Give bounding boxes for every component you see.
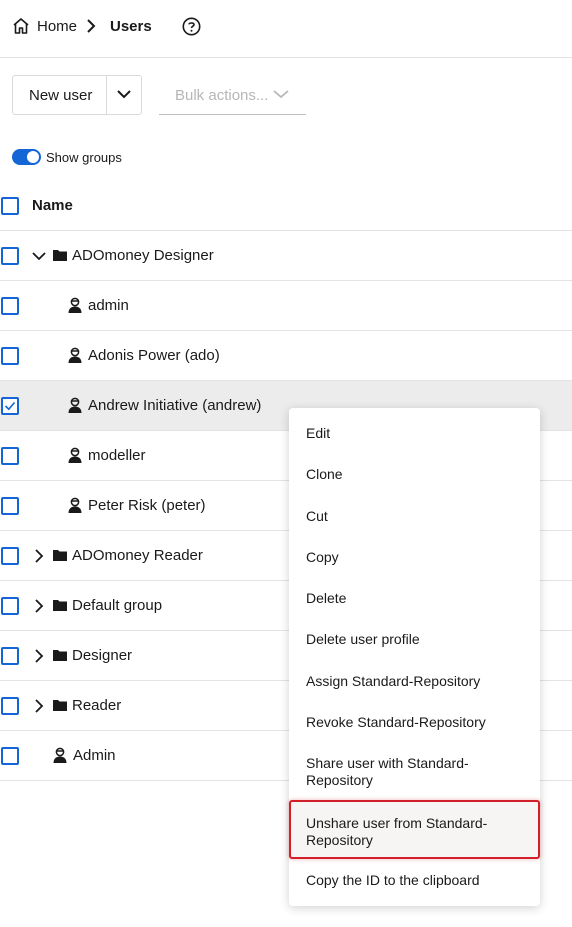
- help-icon[interactable]: [182, 17, 201, 36]
- user-icon: [68, 297, 82, 313]
- menu-item-share-user[interactable]: Share user with Standard-Repository: [289, 755, 540, 791]
- user-icon: [68, 497, 82, 513]
- table-header-row: Name: [0, 181, 572, 231]
- user-icon: [68, 397, 82, 413]
- bulk-actions-label: Bulk actions...: [175, 87, 269, 104]
- menu-item-copy[interactable]: Copy: [289, 549, 540, 569]
- breadcrumb-home-link[interactable]: Home: [37, 18, 77, 35]
- menu-item-cut[interactable]: Cut: [289, 508, 540, 528]
- home-icon[interactable]: [12, 17, 30, 35]
- table-row[interactable]: ADOmoney Designer: [0, 231, 572, 281]
- menu-item-delete[interactable]: Delete: [289, 590, 540, 610]
- chevron-right-icon[interactable]: [32, 648, 46, 664]
- table-row[interactable]: Adonis Power (ado): [0, 331, 572, 381]
- row-label: Admin: [73, 747, 116, 764]
- chevron-down-icon: [117, 90, 131, 99]
- show-groups-label: Show groups: [46, 150, 122, 165]
- row-label: ADOmoney Designer: [72, 247, 214, 264]
- row-checkbox[interactable]: [1, 347, 19, 365]
- row-checkbox[interactable]: [1, 447, 19, 465]
- chevron-down-icon[interactable]: [32, 248, 46, 264]
- context-menu: Edit Clone Cut Copy Delete Delete user p…: [289, 408, 540, 906]
- row-checkbox[interactable]: [1, 747, 19, 765]
- row-label: admin: [88, 297, 129, 314]
- row-label: modeller: [88, 447, 146, 464]
- row-checkbox[interactable]: [1, 697, 19, 715]
- row-label: Default group: [72, 597, 163, 614]
- bulk-actions-select[interactable]: Bulk actions...: [159, 75, 306, 115]
- chevron-right-icon[interactable]: [32, 698, 46, 714]
- menu-item-unshare-user[interactable]: Unshare user from Standard-Repository: [289, 800, 540, 859]
- chevron-down-icon: [273, 90, 289, 99]
- chevron-right-icon[interactable]: [32, 548, 46, 564]
- select-all-checkbox[interactable]: [1, 197, 19, 215]
- row-label: Reader: [72, 697, 122, 714]
- new-user-button[interactable]: New user: [29, 87, 92, 104]
- chevron-right-icon[interactable]: [32, 598, 46, 614]
- row-label: Peter Risk (peter): [88, 497, 206, 514]
- row-label: Andrew Initiative (andrew): [88, 397, 262, 414]
- menu-item-revoke-repository[interactable]: Revoke Standard-Repository: [289, 714, 540, 734]
- folder-icon: [53, 600, 67, 611]
- folder-icon: [53, 700, 67, 711]
- checkmark-icon: [4, 401, 16, 411]
- row-label: ADOmoney Reader: [72, 547, 203, 564]
- row-checkbox[interactable]: [1, 297, 19, 315]
- row-checkbox-checked[interactable]: [1, 397, 19, 415]
- show-groups-toggle[interactable]: [12, 149, 41, 165]
- menu-item-clone[interactable]: Clone: [289, 466, 540, 486]
- folder-icon: [53, 250, 67, 261]
- menu-item-delete-user-profile[interactable]: Delete user profile: [289, 631, 540, 651]
- toggle-knob: [27, 151, 39, 163]
- menu-item-assign-repository[interactable]: Assign Standard-Repository: [289, 673, 540, 693]
- user-icon: [68, 347, 82, 363]
- menu-item-copy-id[interactable]: Copy the ID to the clipboard: [289, 872, 540, 892]
- folder-icon: [53, 550, 67, 561]
- row-checkbox[interactable]: [1, 497, 19, 515]
- row-checkbox[interactable]: [1, 247, 19, 265]
- user-icon: [68, 447, 82, 463]
- row-checkbox[interactable]: [1, 597, 19, 615]
- row-checkbox[interactable]: [1, 547, 19, 565]
- folder-icon: [53, 650, 67, 661]
- user-icon: [53, 747, 67, 763]
- breadcrumb: Home Users: [0, 0, 572, 58]
- name-column-header[interactable]: Name: [32, 197, 73, 214]
- row-label: Designer: [72, 647, 133, 664]
- new-user-split-button: New user: [12, 75, 142, 115]
- table-row[interactable]: admin: [0, 281, 572, 331]
- row-label: Adonis Power (ado): [88, 347, 220, 364]
- menu-item-edit[interactable]: Edit: [289, 425, 540, 445]
- row-checkbox[interactable]: [1, 647, 19, 665]
- page-title: Users: [110, 18, 152, 35]
- new-user-dropdown-button[interactable]: [106, 76, 142, 114]
- chevron-right-icon: [87, 19, 96, 33]
